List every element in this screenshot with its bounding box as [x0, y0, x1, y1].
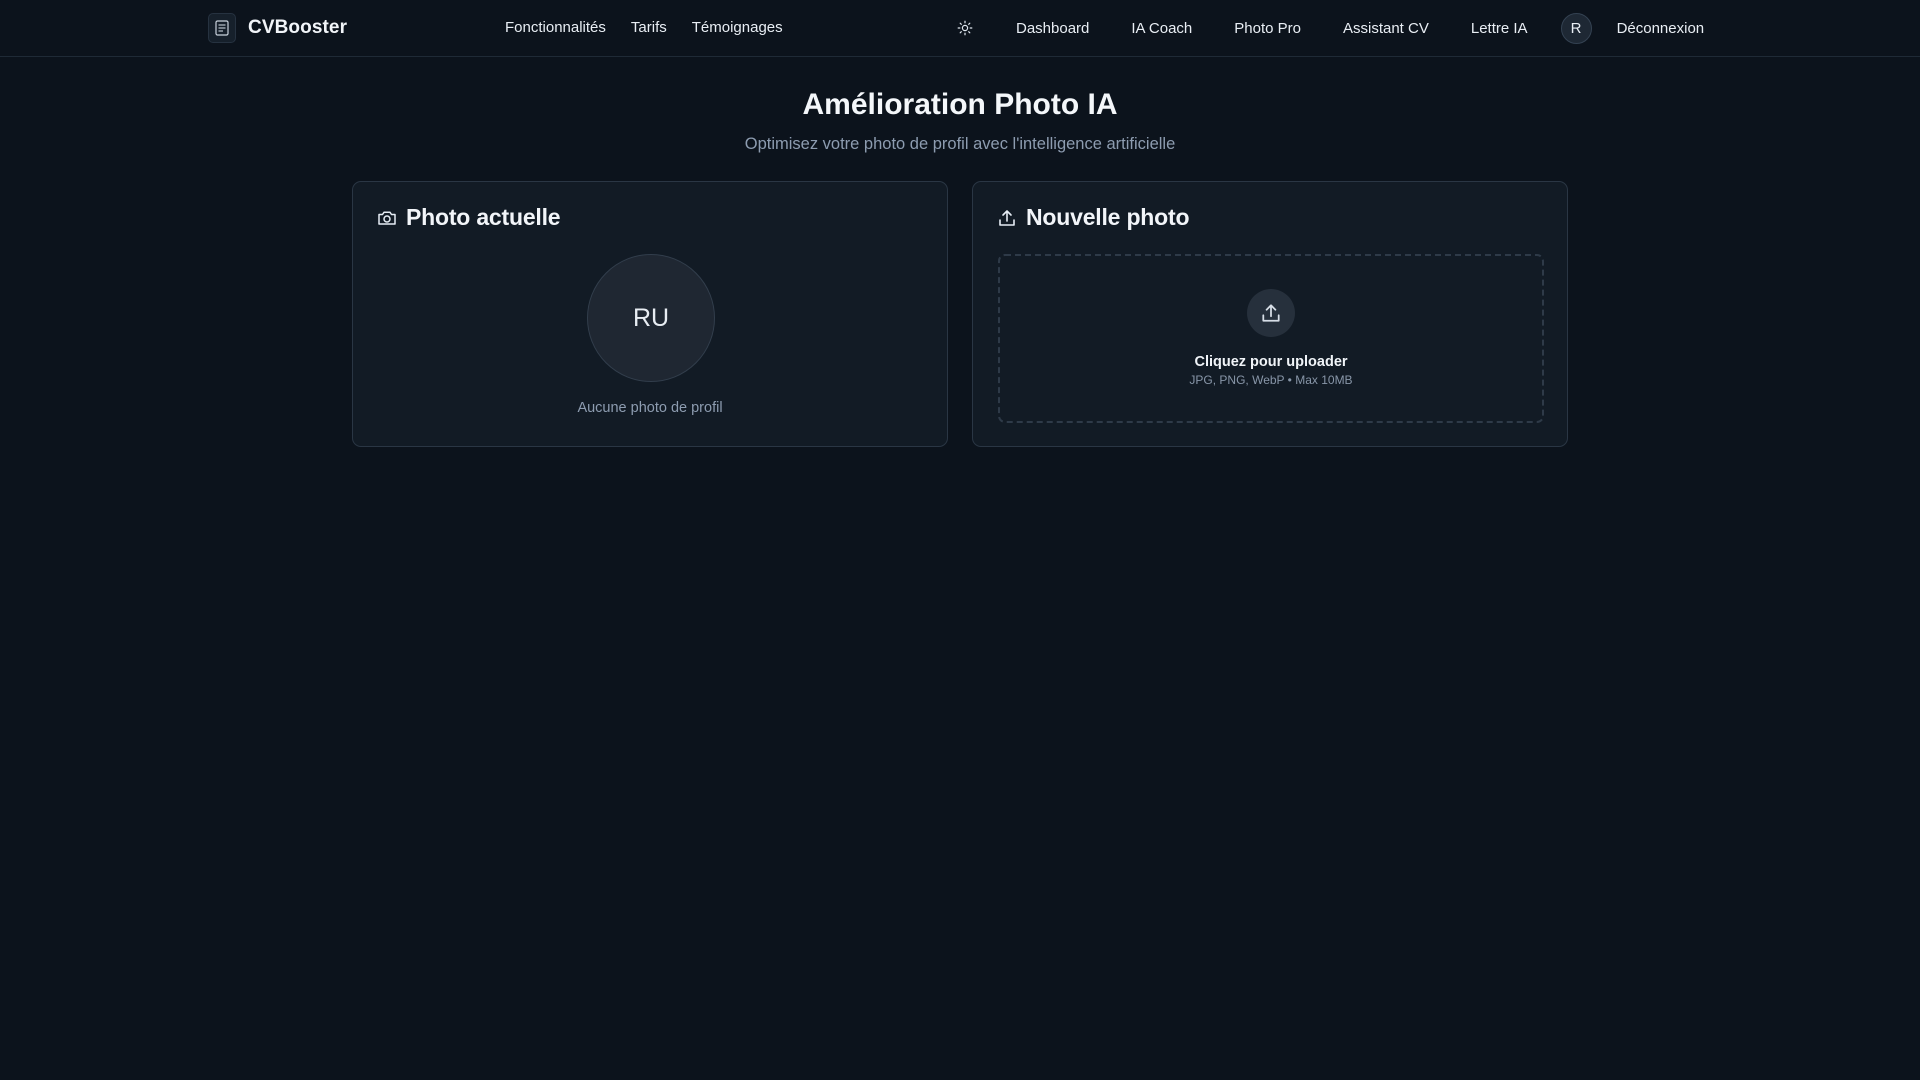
page-title: Amélioration Photo IA	[802, 88, 1118, 121]
profile-avatar-placeholder: RU	[587, 254, 715, 382]
nav-link-assistant-cv[interactable]: Assistant CV	[1343, 20, 1429, 37]
new-photo-header: Nouvelle photo	[997, 204, 1190, 231]
new-photo-card: Nouvelle photo Cliquez pour uploader JPG…	[972, 181, 1568, 447]
nav-link-photo-pro[interactable]: Photo Pro	[1234, 20, 1301, 37]
nav-link-tarifs[interactable]: Tarifs	[631, 19, 667, 36]
app-nav: Dashboard IA Coach Photo Pro Assistant C…	[956, 12, 1705, 44]
current-photo-card: Photo actuelle RU Aucune photo de profil	[352, 181, 948, 447]
upload-hint: JPG, PNG, WebP • Max 10MB	[1189, 373, 1353, 387]
camera-icon	[378, 211, 396, 225]
upload-dropzone[interactable]: Cliquez pour uploader JPG, PNG, WebP • M…	[998, 254, 1544, 423]
current-photo-header: Photo actuelle	[377, 204, 561, 231]
new-photo-title: Nouvelle photo	[1026, 204, 1190, 230]
upload-icon	[999, 209, 1015, 226]
user-avatar[interactable]: R	[1560, 12, 1592, 44]
nav-link-lettre-ia[interactable]: Lettre IA	[1471, 20, 1528, 37]
upload-circle-icon	[1247, 289, 1295, 337]
brand-link[interactable]: CVBooster	[208, 13, 347, 43]
brand-name: CVBooster	[248, 17, 348, 38]
theme-toggle-button[interactable]	[956, 19, 974, 37]
current-photo-title: Photo actuelle	[406, 204, 561, 230]
nav-link-temoignages[interactable]: Témoignages	[692, 19, 783, 36]
no-photo-text: Aucune photo de profil	[577, 400, 723, 416]
logout-link[interactable]: Déconnexion	[1617, 20, 1705, 37]
nav-link-ia-coach[interactable]: IA Coach	[1131, 20, 1192, 37]
marketing-nav: Fonctionnalités Tarifs Témoignages	[505, 19, 783, 36]
page-subtitle: Optimisez votre photo de profil avec l'i…	[744, 135, 1176, 153]
upload-icon	[1262, 304, 1280, 322]
nav-link-dashboard[interactable]: Dashboard	[1016, 20, 1089, 37]
upload-cta: Cliquez pour uploader	[1194, 354, 1348, 370]
document-icon	[208, 13, 236, 43]
top-navbar: CVBooster Fonctionnalités Tarifs Témoign…	[0, 0, 1920, 57]
sun-icon	[957, 20, 973, 36]
nav-link-fonctionnalites[interactable]: Fonctionnalités	[505, 19, 606, 36]
